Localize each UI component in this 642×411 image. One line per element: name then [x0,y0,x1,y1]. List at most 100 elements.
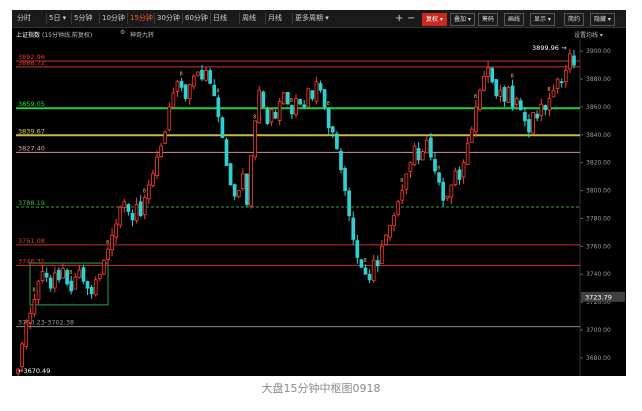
hide-button[interactable]: 隐藏 ▾ [590,13,615,26]
candle-body [400,190,405,201]
level-label: 3827.40 [18,144,45,152]
tab-divider [239,13,240,24]
zoom-in-button[interactable]: + [395,10,403,27]
tab-period-6[interactable]: 60分钟 [185,10,208,27]
candle-body [159,145,163,158]
candle-body [298,99,302,105]
tab-period-3[interactable]: 10分钟 [102,10,125,27]
image-caption: 大盘15分钟中枢图0918 [261,382,381,395]
candle-body [506,87,511,104]
candle-body [44,272,49,278]
simple-button[interactable]: 简约 [564,13,585,26]
candle-body [302,104,307,108]
tab-period-4[interactable]: 15分钟 [130,10,153,27]
candle-body [514,98,519,105]
candle-body [53,272,57,289]
gear-icon[interactable]: ⚙ [120,29,125,36]
level-label: 3761.08 [18,237,45,245]
candle-body [486,67,490,77]
current-price-label: 3723.79 [585,293,612,301]
nine-turn-marker: 8 [69,270,72,276]
candle-body [277,100,282,121]
tab-period-7[interactable]: 日线 [213,10,227,27]
nine-turn-marker: 8 [106,240,109,246]
candle-body [449,184,454,198]
overlay-button[interactable]: 叠加 ▾ [450,13,475,26]
candle-body [187,84,192,100]
tab-period-2[interactable]: 5分钟 [74,10,92,27]
candle-body [151,173,155,186]
indicator-label[interactable]: 神奇九转 [130,30,154,39]
candle-body [208,70,212,84]
candle-body [490,67,495,83]
y-tick-label: 3680.00 [586,355,611,362]
candle-body [142,197,147,215]
nine-turn-marker: 8 [180,72,183,78]
candle-body [61,268,65,279]
candle-body [147,184,151,200]
tab-divider [292,13,293,24]
candle-body [461,162,466,178]
nine-turn-marker: 8 [290,98,293,104]
candle-body [212,84,217,97]
chips-button[interactable]: 筹码 [478,13,499,26]
nine-turn-marker: 8 [547,87,550,93]
candle-body [77,269,82,278]
y-tick-label: 3700.00 [586,327,611,334]
tab-period-1[interactable]: 5日 ▾ [49,10,66,27]
candle-body [437,172,441,183]
display-button[interactable]: 显示 ▾ [530,13,555,26]
adjust-button[interactable]: 复权 ▾ [422,13,447,26]
candle-body [367,273,372,281]
candle-body [273,112,278,119]
candle-body [253,120,257,158]
candle-body [359,259,364,268]
candle-body [559,81,564,84]
ma-settings-button[interactable]: 设置均线 ▾ [574,30,603,39]
candle-body [380,245,384,264]
candle-body [420,151,425,161]
candle-body [482,75,486,91]
candle-body [57,269,61,281]
candle-body [122,201,127,208]
candle-body [416,148,421,161]
candle-body [118,206,123,226]
candle-body [388,225,392,238]
tab-period-8[interactable]: 周线 [242,10,256,27]
candle-body [523,112,527,122]
candle-body [424,139,429,154]
zoom-out-button[interactable]: − [407,10,415,27]
candle-body [216,97,221,118]
candle-body [433,159,437,172]
candle-body [28,312,33,324]
level-label: 3788.19 [18,199,45,207]
tab-divider [71,13,72,24]
candle-body [457,169,462,180]
draw-button[interactable]: 画线 [504,13,525,26]
candle-body [343,167,347,191]
candle-body [24,322,29,347]
candle-body [294,98,298,115]
candle-body [249,155,253,207]
tab-period-0[interactable]: 分时 [17,10,31,27]
candle-body [326,108,331,129]
candle-body [322,89,327,108]
candle-body [441,181,445,201]
candle-body [555,78,560,90]
nine-turn-marker: 8 [327,101,330,107]
candle-body [314,81,319,102]
candle-body [494,79,499,97]
y-tick-label: 3820.00 [586,160,611,167]
period-toolbar: 分时 5日 ▾ 5分钟 10分钟 15分钟 30分钟 60分钟 日线 周线 月线 更多周期 ▾ + − 复… [12,10,626,28]
tab-period-9[interactable]: 月线 [268,10,282,27]
candle-body [335,133,339,150]
candle-body [40,271,45,281]
candle-body [69,280,74,292]
candle-body [498,89,503,97]
tab-period-10[interactable]: 更多周期 ▾ [295,10,329,27]
candle-body [563,70,568,82]
candle-body [375,260,380,267]
candle-body [412,145,417,166]
tab-period-5[interactable]: 30分钟 [157,10,180,27]
index-title: 上证指数 [16,32,41,39]
